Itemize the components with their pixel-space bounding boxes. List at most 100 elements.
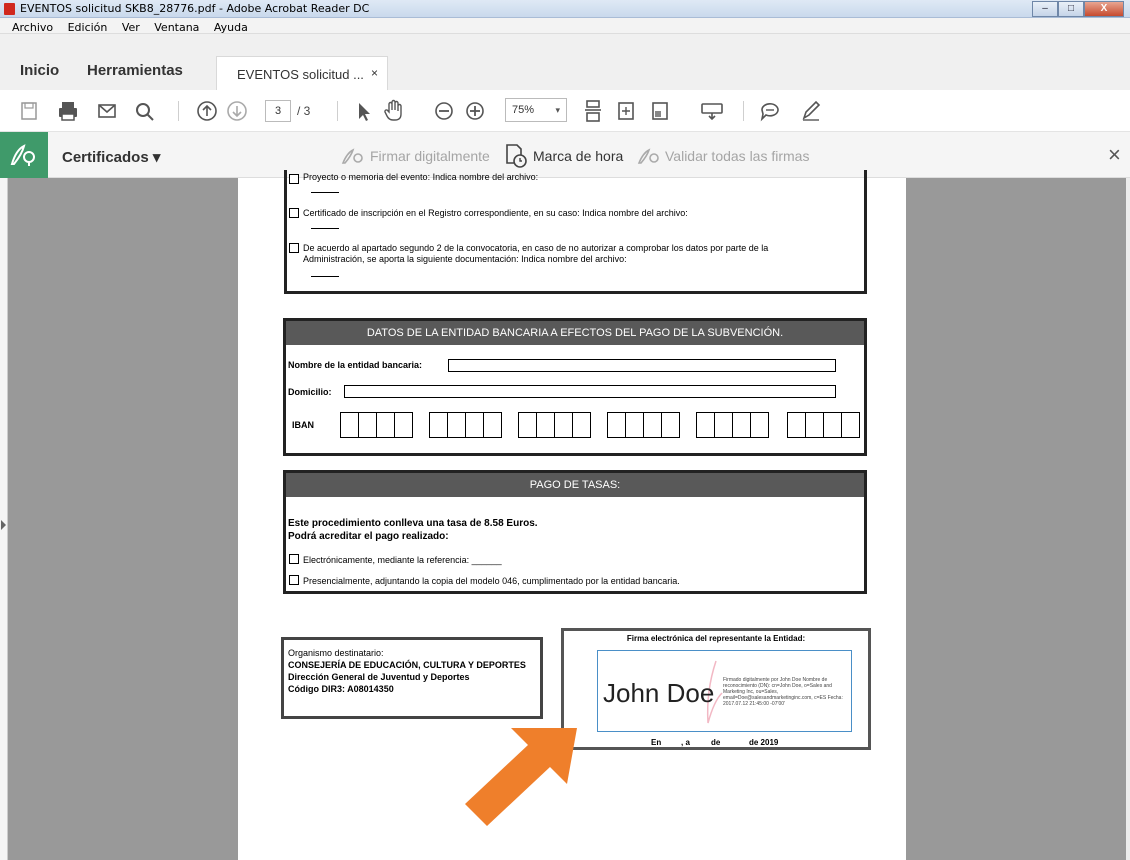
close-window-button[interactable]: X — [1084, 1, 1124, 17]
maximize-button[interactable]: □ — [1058, 1, 1084, 17]
zoom-out-icon[interactable] — [433, 99, 455, 123]
pen-icon[interactable] — [800, 99, 822, 123]
tab-document[interactable]: EVENTOS solicitud ... × — [216, 56, 388, 90]
date-a: , a — [681, 738, 690, 747]
fees-option-electronic: Electrónicamente, mediante la referencia… — [303, 555, 502, 565]
recipient-ministry: CONSEJERÍA DE EDUCACIÓN, CULTURA Y DEPOR… — [288, 660, 526, 670]
underline — [311, 276, 339, 277]
acrobat-icon — [4, 3, 15, 15]
documents-section — [284, 170, 867, 294]
full-screen-icon[interactable] — [650, 99, 670, 123]
sign-digitally-button[interactable]: Firmar digitalmente — [370, 148, 490, 164]
signature-section: Firma electrónica del representante la E… — [561, 628, 871, 750]
timestamp-icon — [506, 144, 527, 168]
select-cursor-icon[interactable] — [355, 99, 371, 123]
iban-group-1[interactable] — [340, 412, 413, 438]
title-bar: EVENTOS solicitud SKB8_28776.pdf - Adobe… — [0, 0, 1130, 18]
underline — [311, 228, 339, 229]
menu-ventana[interactable]: Ventana — [154, 21, 199, 34]
email-icon[interactable] — [97, 99, 117, 123]
certificate-tool-icon[interactable] — [0, 132, 48, 178]
checkbox-agreement[interactable] — [289, 243, 299, 253]
signature-field[interactable]: John Doe Firmado digitalmente por John D… — [597, 650, 852, 732]
fees-amount-text: Este procedimiento conlleva una tasa de … — [288, 518, 538, 529]
zoom-in-icon[interactable] — [464, 99, 486, 123]
zoom-value: 75% — [512, 104, 535, 116]
iban-group-3[interactable] — [518, 412, 591, 438]
fees-option-in-person: Presencialmente, adjuntando la copia del… — [303, 576, 680, 586]
item-agreement-line1: De acuerdo al apartado segundo 2 de la c… — [303, 243, 769, 253]
underline — [311, 192, 339, 193]
left-panel-toggle[interactable] — [0, 178, 8, 860]
iban-group-6[interactable] — [787, 412, 860, 438]
recipient-title: Organismo destinatario: — [288, 648, 384, 658]
bank-header: DATOS DE LA ENTIDAD BANCARIA A EFECTOS D… — [286, 321, 864, 345]
iban-group-4[interactable] — [607, 412, 680, 438]
certificates-menu[interactable]: Certificados ▾ — [62, 148, 160, 166]
menu-edicion[interactable]: Edición — [68, 21, 108, 34]
sign-digitally-icon — [341, 148, 363, 164]
keyboard-icon[interactable] — [700, 99, 724, 123]
date-en: En — [651, 738, 662, 747]
search-icon[interactable] — [135, 99, 155, 123]
menu-ayuda[interactable]: Ayuda — [214, 21, 248, 34]
bank-name-input[interactable] — [448, 359, 836, 372]
toolbar-separator — [178, 101, 179, 121]
recipient-directorate: Dirección General de Juventud y Deportes — [288, 672, 470, 682]
scrollbar[interactable] — [1126, 178, 1130, 860]
timestamp-button[interactable]: Marca de hora — [533, 148, 623, 164]
expand-panel-icon — [1, 520, 6, 530]
fit-page-icon[interactable] — [583, 99, 603, 123]
minimize-button[interactable]: – — [1032, 1, 1058, 17]
fees-header: PAGO DE TASAS: — [286, 473, 864, 497]
close-tab-icon[interactable]: × — [371, 66, 378, 80]
iban-group-5[interactable] — [696, 412, 769, 438]
zoom-select[interactable]: 75% ▾ — [505, 98, 567, 122]
item-project-label: Proyecto o memoria del evento: Indica no… — [303, 172, 539, 182]
hand-icon[interactable] — [383, 99, 405, 123]
menu-bar: Archivo Edición Ver Ventana Ayuda — [0, 18, 1130, 34]
menu-ver[interactable]: Ver — [122, 21, 140, 34]
recipient-code: Código DIR3: A08014350 — [288, 684, 394, 694]
signature-name: John Doe — [603, 678, 715, 708]
item-agreement-line2: Administración, se aporta la siguiente d… — [303, 254, 627, 264]
iban-group-2[interactable] — [429, 412, 502, 438]
checkbox-in-person[interactable] — [289, 575, 299, 585]
scroll-mode-icon[interactable] — [616, 99, 636, 123]
recipient-box: Organismo destinatario: CONSEJERÍA DE ED… — [281, 637, 543, 719]
address-label: Domicilio: — [288, 387, 332, 397]
page-up-icon[interactable] — [196, 99, 218, 123]
item-certificate-label: Certificado de inscripción en el Registr… — [303, 208, 688, 218]
tab-herramientas[interactable]: Herramientas — [87, 62, 183, 79]
checkbox-electronic[interactable] — [289, 554, 299, 564]
tab-document-label: EVENTOS solicitud ... — [237, 67, 364, 82]
bank-name-label: Nombre de la entidad bancaria: — [288, 360, 423, 370]
checkbox-project[interactable] — [289, 174, 299, 184]
address-input[interactable] — [344, 385, 836, 398]
chevron-down-icon: ▾ — [555, 105, 560, 115]
save-icon[interactable] — [20, 99, 38, 123]
date-year: de 2019 — [749, 738, 779, 747]
menu-archivo[interactable]: Archivo — [12, 21, 53, 34]
annotation-arrow — [465, 728, 577, 826]
tab-bar: Inicio Herramientas EVENTOS solicitud ..… — [0, 34, 1130, 90]
validate-signatures-icon — [637, 148, 659, 164]
iban-label: IBAN — [292, 420, 314, 430]
print-icon[interactable] — [57, 99, 79, 123]
window-controls: – □ X — [1032, 1, 1124, 17]
checkbox-certificate[interactable] — [289, 208, 299, 218]
toolbar-separator — [337, 101, 338, 121]
page-total: / 3 — [297, 104, 311, 118]
page-number-input[interactable]: 3 — [265, 100, 291, 122]
validate-signatures-button[interactable]: Validar todas las firmas — [665, 148, 809, 164]
page-down-icon[interactable] — [226, 99, 248, 123]
close-certificates-icon[interactable]: × — [1108, 142, 1121, 168]
signature-details: Firmado digitalmente por John Doe Nombre… — [723, 677, 843, 707]
toolbar-separator — [743, 101, 744, 121]
fees-payment-text: Podrá acreditar el pago realizado: — [288, 531, 449, 542]
comment-icon[interactable] — [759, 99, 781, 123]
window-title: EVENTOS solicitud SKB8_28776.pdf - Adobe… — [20, 2, 370, 15]
signature-title: Firma electrónica del representante la E… — [626, 634, 806, 643]
tab-inicio[interactable]: Inicio — [20, 62, 59, 79]
date-de: de — [711, 738, 721, 747]
